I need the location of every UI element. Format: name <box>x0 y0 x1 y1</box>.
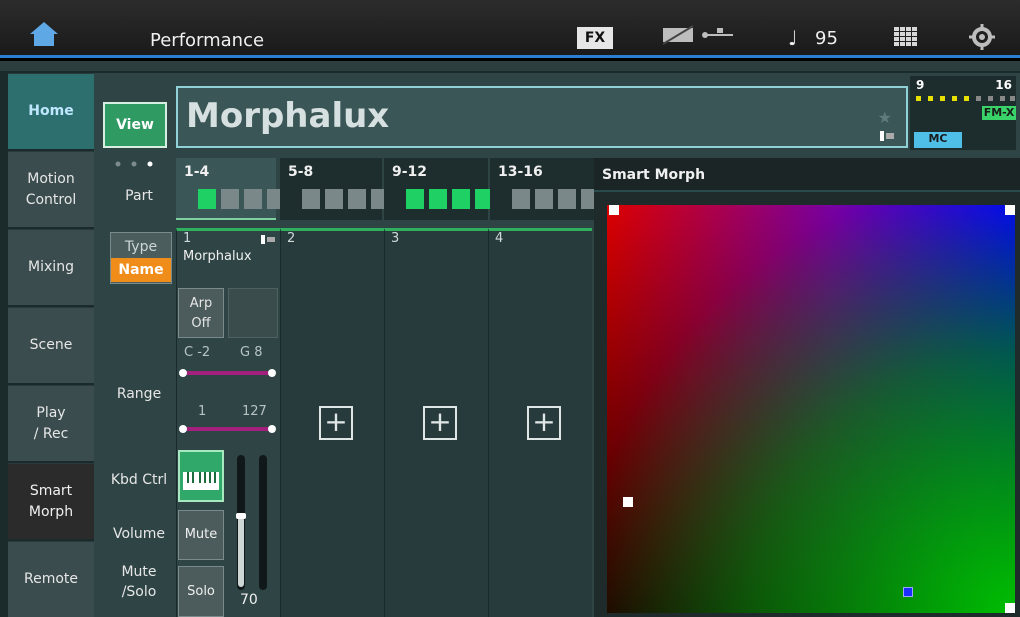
tab-parts-13-16[interactable]: 13-16 <box>490 158 599 220</box>
sidebar-item-scene[interactable]: Scene <box>8 307 94 383</box>
part-name: Morphalux <box>183 249 252 264</box>
velocity-range-low: 1 <box>198 404 207 419</box>
part-indicators <box>406 189 493 209</box>
part-number: 1 <box>183 231 192 246</box>
part-column-3[interactable]: 3 + <box>384 228 488 617</box>
tempo-note-icon: ♩ <box>788 26 798 50</box>
meter-end-label: 16 <box>995 78 1012 92</box>
sidebar-item-label: Play / Rec <box>33 404 69 442</box>
kbd-ctrl-label: Kbd Ctrl <box>110 472 168 488</box>
sidebar-item-play-rec[interactable]: Play / Rec <box>8 385 94 461</box>
part-number: 2 <box>287 231 296 246</box>
part-column-4[interactable]: 4 + <box>488 228 592 617</box>
sidebar-item-label: Mixing <box>28 259 74 275</box>
arp-state: Off <box>191 316 211 331</box>
top-bar: Performance FX ♩ 95 <box>0 0 1020 58</box>
sidebar-item-label: Smart Morph <box>28 482 74 520</box>
part-number: 3 <box>391 231 400 246</box>
note-range-low: C -2 <box>184 345 211 360</box>
header-strip <box>0 61 1020 71</box>
star-icon[interactable]: ★ <box>878 108 892 127</box>
part-column-2[interactable]: 2 + <box>280 228 384 617</box>
performance-name-field[interactable]: Morphalux ★ <box>176 86 908 148</box>
tab-label: 5-8 <box>288 164 314 180</box>
sidebar-item-remote[interactable]: Remote <box>8 541 94 617</box>
morph-part-marker[interactable] <box>623 497 633 507</box>
velocity-range-high-handle[interactable] <box>268 425 276 433</box>
add-part-button[interactable]: + <box>527 406 561 440</box>
smart-morph-map[interactable] <box>607 205 1015 613</box>
keyboard-mini-icon <box>880 126 894 141</box>
sidebar-item-label: Scene <box>29 337 73 353</box>
tab-parts-5-8[interactable]: 5-8 <box>280 158 389 220</box>
home-icon[interactable] <box>24 16 64 50</box>
performance-name: Morphalux <box>186 96 390 136</box>
page-dots <box>114 153 164 167</box>
tab-parts-1-4[interactable]: 1-4 <box>176 158 285 220</box>
sidebar-item-label: Remote <box>23 571 79 587</box>
sidebar-item-label: Home <box>28 103 74 119</box>
note-range-high: G 8 <box>240 345 263 360</box>
velocity-range-slider[interactable] <box>182 427 274 431</box>
morph-corner-marker[interactable] <box>1005 603 1015 613</box>
part-indicators <box>512 189 599 209</box>
range-label: Range <box>116 386 162 402</box>
add-part-button[interactable]: + <box>319 406 353 440</box>
part-label: Part <box>125 188 153 204</box>
tab-label: 1-4 <box>184 164 210 180</box>
sidebar-item-smart-morph[interactable]: Smart Morph <box>8 463 94 539</box>
gear-icon[interactable] <box>969 24 995 50</box>
meter-start-label: 9 <box>916 78 925 92</box>
part-indicators <box>198 189 285 209</box>
volume-label: Volume <box>112 526 166 542</box>
volume-value: 70 <box>240 592 258 608</box>
sidebar-item-mixing[interactable]: Mixing <box>8 229 94 305</box>
velocity-range-low-handle[interactable] <box>179 425 187 433</box>
mute-solo-label: Mute /Solo <box>121 564 157 600</box>
morph-corner-marker[interactable] <box>609 205 619 215</box>
fx-button[interactable]: FX <box>577 27 613 49</box>
velocity-range-high: 127 <box>242 404 267 419</box>
solo-button[interactable]: Solo <box>178 566 224 617</box>
mc-badge: MC <box>914 132 962 148</box>
tab-label: 9-12 <box>392 164 428 180</box>
tab-label: 13-16 <box>498 164 543 180</box>
type-name-toggle[interactable]: Type Name <box>110 232 172 284</box>
volume-slider[interactable] <box>236 455 246 590</box>
smart-morph-header: Smart Morph <box>594 158 1020 192</box>
arp-label: Arp <box>189 296 213 311</box>
part-indicators <box>302 189 389 209</box>
grid-icon[interactable] <box>894 27 918 47</box>
tab-parts-9-12[interactable]: 9-12 <box>384 158 493 220</box>
keyboard-icon <box>183 472 219 490</box>
smart-morph-title: Smart Morph <box>602 167 706 183</box>
map-color-layer <box>607 205 1015 613</box>
note-range-slider[interactable] <box>182 371 274 375</box>
arp-empty-slot <box>228 288 278 338</box>
add-part-button[interactable]: + <box>423 406 457 440</box>
fm-x-badge: FM-X <box>982 106 1016 120</box>
name-option: Name <box>111 258 171 282</box>
tempo-value[interactable]: 95 <box>815 28 838 49</box>
note-range-high-handle[interactable] <box>268 369 276 377</box>
view-button[interactable]: View <box>103 102 167 148</box>
sidebar-item-motion-control[interactable]: Motion Control <box>8 151 94 227</box>
sidebar-item-label: Motion Control <box>25 170 77 208</box>
page-title: Performance <box>150 30 265 51</box>
mute-button[interactable]: Mute <box>178 510 224 560</box>
midi-usb-icon <box>662 24 743 46</box>
part-meter: 9 16 FM-X MC <box>910 76 1016 150</box>
arp-button[interactable]: Arp Off <box>178 288 224 338</box>
morph-corner-marker[interactable] <box>1005 205 1015 215</box>
part-number: 4 <box>495 231 504 246</box>
sidebar-item-home[interactable]: Home <box>8 73 94 149</box>
keyboard-mini-icon <box>261 235 275 244</box>
note-range-low-handle[interactable] <box>179 369 187 377</box>
morph-current-position-marker[interactable] <box>903 587 913 597</box>
keyboard-control-button[interactable] <box>178 450 224 502</box>
type-option: Type <box>124 239 158 255</box>
volume-meter <box>259 455 267 590</box>
meter-dots <box>916 96 1015 101</box>
